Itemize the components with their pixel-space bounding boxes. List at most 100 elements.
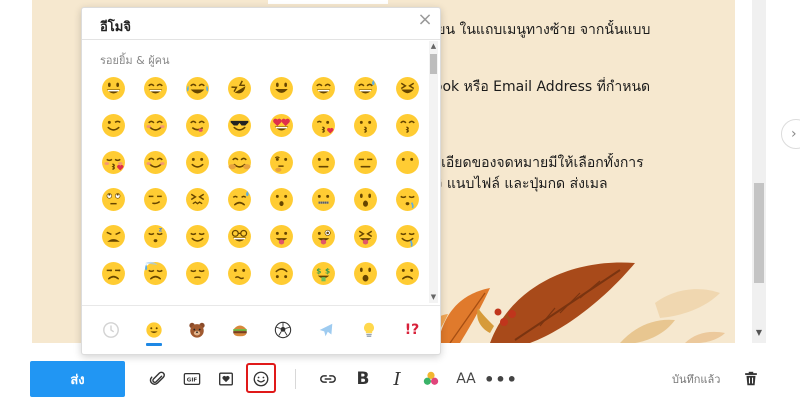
hugging-face-emoji[interactable]: [218, 144, 260, 181]
picker-scrollbar-thumb[interactable]: [430, 54, 437, 74]
tab-food-drink[interactable]: [219, 306, 261, 354]
slightly-smiling-emoji[interactable]: [176, 144, 218, 181]
clock-icon: [103, 322, 119, 338]
winking-face-emoji[interactable]: [92, 107, 134, 144]
hushed-face-emoji[interactable]: [260, 181, 302, 218]
face-blowing-kiss-emoji[interactable]: [302, 107, 344, 144]
smiley-icon: [146, 322, 162, 338]
rolling-on-floor-laughing-emoji[interactable]: [218, 70, 260, 107]
no-mouth-face-emoji[interactable]: [386, 144, 428, 181]
eye-roll-emoji[interactable]: [92, 181, 134, 218]
expressionless-face-emoji[interactable]: [344, 144, 386, 181]
zipper-mouth-icon: [311, 188, 335, 211]
sleepy-face-emoji[interactable]: [386, 181, 428, 218]
persevering-face-emoji[interactable]: [176, 181, 218, 218]
winking-face-icon: [101, 114, 125, 137]
upside-down-face-emoji[interactable]: [260, 255, 302, 292]
squinting-tongue-emoji[interactable]: [344, 218, 386, 255]
kissing-smiling-eyes-emoji[interactable]: [386, 107, 428, 144]
stationery-button[interactable]: [213, 366, 239, 392]
compose-scroll-down-icon[interactable]: ▼: [754, 328, 764, 338]
italic-button[interactable]: I: [384, 366, 410, 392]
grinning-smiling-eyes-emoji[interactable]: [302, 70, 344, 107]
smiling-blush-emoji[interactable]: [134, 144, 176, 181]
heart-eyes-emoji[interactable]: [260, 107, 302, 144]
gif-button[interactable]: GIF: [179, 366, 205, 392]
text-size-button[interactable]: AA: [453, 366, 479, 392]
confused-face-emoji[interactable]: [218, 255, 260, 292]
close-icon[interactable]: ×: [415, 10, 435, 30]
pensive-face-emoji[interactable]: [176, 255, 218, 292]
grinning-sweat-icon: [353, 77, 377, 100]
zipper-mouth-emoji[interactable]: [302, 181, 344, 218]
relieved-face-emoji[interactable]: [176, 218, 218, 255]
grinning-sweat-emoji[interactable]: [344, 70, 386, 107]
smiley-face-emoji[interactable]: [260, 70, 302, 107]
attach-file-button[interactable]: [145, 366, 171, 392]
tab-activity[interactable]: [262, 306, 304, 354]
picker-scroll-down-icon[interactable]: ▼: [429, 293, 438, 302]
thinking-face-emoji[interactable]: [260, 144, 302, 181]
emoji-picker-title: อีโมจิ: [100, 20, 131, 35]
email-text-line-2: book หรือ Email Address ที่กำหนด: [425, 79, 651, 95]
smiling-eyes-emoji[interactable]: [134, 107, 176, 144]
downcast-sweat-emoji[interactable]: [134, 255, 176, 292]
grinning-face-emoji[interactable]: [92, 70, 134, 107]
sunglasses-face-emoji[interactable]: [218, 107, 260, 144]
frowning-face-emoji[interactable]: [386, 255, 428, 292]
stationery-heart-icon: [219, 372, 233, 386]
emoji-button[interactable]: [248, 366, 274, 392]
active-tab-indicator: [146, 343, 162, 346]
tongue-out-emoji[interactable]: [260, 218, 302, 255]
tears-of-joy-emoji[interactable]: [176, 70, 218, 107]
airplane-icon: [319, 323, 333, 337]
send-button[interactable]: ส่ง: [30, 361, 125, 397]
bold-button[interactable]: B: [350, 366, 376, 392]
kissing-face-emoji[interactable]: [344, 107, 386, 144]
tired-face-emoji[interactable]: [92, 218, 134, 255]
delete-draft-button[interactable]: [738, 366, 764, 392]
picker-scrollbar-track[interactable]: [429, 41, 438, 303]
sleepy-face-icon: [395, 188, 419, 211]
savoring-food-emoji[interactable]: [176, 107, 218, 144]
beaming-face-emoji[interactable]: [134, 70, 176, 107]
italic-icon: I: [393, 368, 401, 390]
drooling-face-emoji[interactable]: [386, 218, 428, 255]
picker-scroll-up-icon[interactable]: ▲: [429, 42, 438, 51]
email-text-line-3: ละเอียดของจดหมายมีให้เลือกทั้งการ: [425, 155, 644, 171]
astonished-open-emoji[interactable]: [344, 255, 386, 292]
insert-link-button[interactable]: [315, 366, 341, 392]
expressionless-face-icon: [353, 151, 377, 174]
svg-text:z: z: [158, 226, 162, 233]
neutral-face-icon: [311, 151, 335, 174]
squinting-face-emoji[interactable]: [386, 70, 428, 107]
compose-scrollbar-thumb[interactable]: [754, 183, 764, 283]
unamused-face-icon: [101, 262, 125, 285]
tab-travel-places[interactable]: [305, 306, 347, 354]
kissing-closed-eyes-emoji[interactable]: [92, 144, 134, 181]
neutral-face-emoji[interactable]: [302, 144, 344, 181]
sleeping-face-emoji[interactable]: z: [134, 218, 176, 255]
relieved-face-icon: [185, 225, 209, 248]
winking-tongue-icon: [311, 225, 335, 248]
tab-animals-nature[interactable]: [176, 306, 218, 354]
money-mouth-emoji[interactable]: $ $: [302, 255, 344, 292]
tab-smileys-people[interactable]: [133, 306, 175, 354]
bear-icon: [189, 322, 205, 338]
nerd-face-emoji[interactable]: [218, 218, 260, 255]
chevron-right-icon[interactable]: ›: [781, 119, 800, 149]
smirking-face-emoji[interactable]: [134, 181, 176, 218]
text-color-button[interactable]: [418, 366, 444, 392]
astonished-face-emoji[interactable]: [344, 181, 386, 218]
burger-icon: [233, 325, 247, 337]
tears-of-joy-icon: [185, 77, 209, 100]
tab-recent[interactable]: [90, 306, 132, 354]
tab-symbols[interactable]: !?: [391, 306, 433, 354]
picker-divider: [82, 39, 440, 40]
compose-scrollbar-track[interactable]: [752, 0, 766, 343]
unamused-face-emoji[interactable]: [92, 255, 134, 292]
winking-tongue-emoji[interactable]: [302, 218, 344, 255]
tab-objects[interactable]: [348, 306, 390, 354]
more-options-button[interactable]: •••: [484, 366, 517, 392]
disappointed-relieved-emoji[interactable]: [218, 181, 260, 218]
